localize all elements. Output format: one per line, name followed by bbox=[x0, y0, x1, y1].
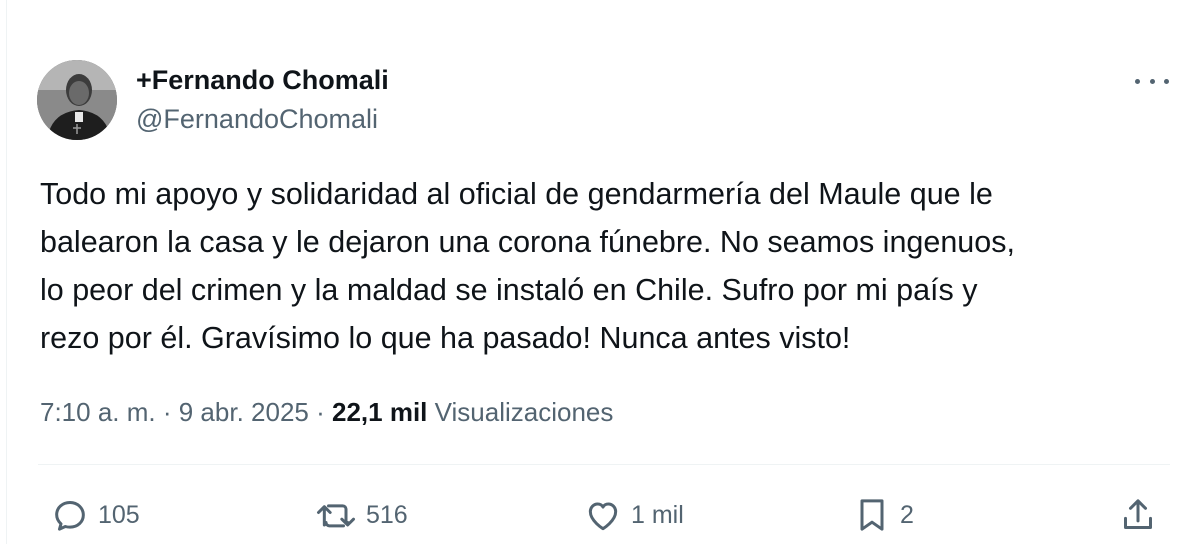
divider bbox=[38, 464, 1170, 465]
dot bbox=[1135, 78, 1140, 84]
tweet-date[interactable]: 9 abr. 2025 bbox=[179, 397, 309, 427]
avatar[interactable] bbox=[37, 60, 117, 140]
bookmark-button[interactable]: 2 bbox=[852, 490, 914, 540]
heart-icon bbox=[588, 502, 618, 531]
meta-separator: · bbox=[316, 397, 332, 427]
views-count: 22,1 mil bbox=[332, 397, 428, 427]
tweet-line: balearon la casa y le dejaron una corona… bbox=[40, 225, 1015, 259]
profile-photo bbox=[37, 60, 117, 140]
reply-icon bbox=[55, 501, 85, 531]
like-button[interactable]: 1 mil bbox=[583, 490, 684, 540]
dot bbox=[1164, 78, 1169, 84]
share-icon bbox=[1124, 499, 1152, 529]
bookmark-count: 2 bbox=[900, 501, 914, 529]
meta-separator: · bbox=[162, 397, 179, 427]
tweet-line: lo peor del crimen y la maldad se instal… bbox=[40, 273, 978, 307]
share-button[interactable] bbox=[1118, 490, 1158, 540]
tweet-line: rezo por él. Gravísimo lo que ha pasado!… bbox=[40, 321, 851, 355]
card-border bbox=[6, 0, 7, 544]
dot bbox=[1149, 78, 1155, 84]
like-count: 1 mil bbox=[631, 501, 684, 529]
views-label: Visualizaciones bbox=[434, 397, 614, 427]
reply-count: 105 bbox=[98, 501, 140, 529]
tweet-card: +Fernando Chomali @FernandoChomali Todo … bbox=[0, 0, 1185, 544]
more-options-icon[interactable] bbox=[1135, 70, 1169, 92]
tweet-line: Todo mi apoyo y solidaridad al oficial d… bbox=[40, 177, 993, 211]
action-bar: 105 516 1 mil 2 bbox=[0, 490, 1185, 540]
repost-icon bbox=[317, 504, 355, 528]
tweet-meta: 7:10 a. m. · 9 abr. 2025 · 22,1 mil Visu… bbox=[40, 395, 613, 429]
author-display-name[interactable]: +Fernando Chomali bbox=[136, 64, 389, 96]
author-handle[interactable]: @FernandoChomali bbox=[136, 103, 378, 135]
repost-count: 516 bbox=[366, 501, 408, 529]
bookmark-icon bbox=[860, 499, 884, 531]
tweet-text: Todo mi apoyo y solidaridad al oficial d… bbox=[40, 170, 1160, 362]
reply-button[interactable]: 105 bbox=[50, 490, 140, 540]
tweet-time[interactable]: 7:10 a. m. bbox=[40, 397, 156, 427]
repost-button[interactable]: 516 bbox=[314, 490, 408, 540]
